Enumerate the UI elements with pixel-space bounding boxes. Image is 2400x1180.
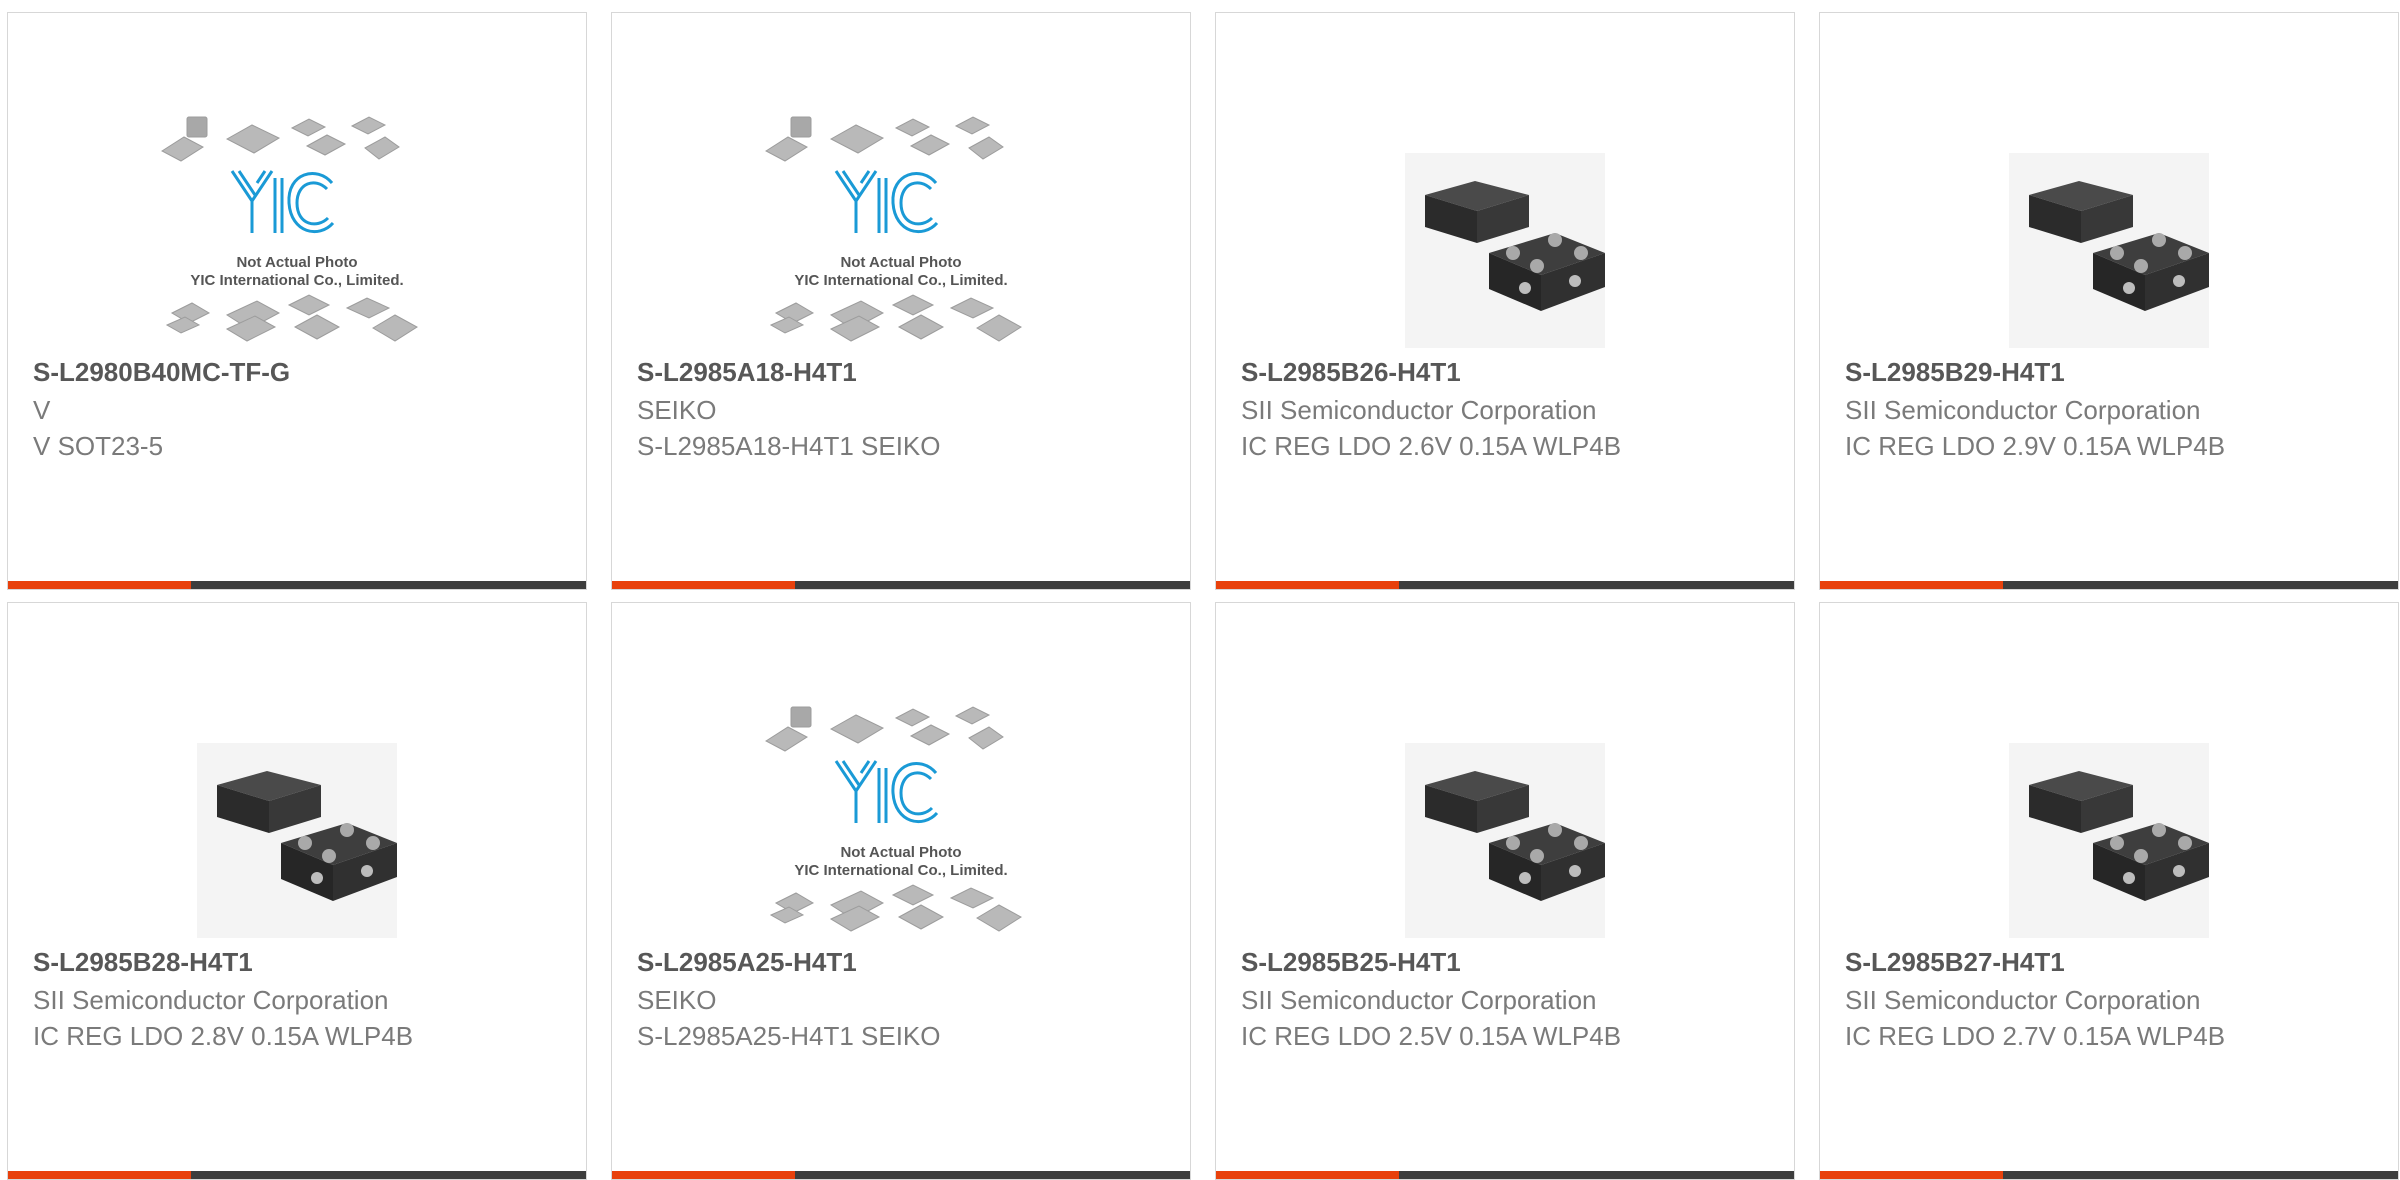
product-part-number[interactable]: S-L2985B29-H4T1 — [1845, 357, 2065, 388]
product-card[interactable]: S-L2985B27-H4T1 SII Semiconductor Corpora… — [1819, 602, 2399, 1180]
product-manufacturer: SII Semiconductor Corporation — [1241, 985, 1597, 1015]
product-description: IC REG LDO 2.8V 0.15A WLP4B — [33, 1021, 414, 1051]
product-part-number[interactable]: S-L2985A18-H4T1 — [637, 357, 857, 388]
product-description: IC REG LDO 2.5V 0.15A WLP4B — [1241, 1021, 1622, 1051]
product-card[interactable]: Not Actual Photo YIC International Co., … — [611, 12, 1191, 590]
card-accent-bar — [1216, 581, 1399, 589]
product-grid: Not Actual Photo YIC International Co., … — [7, 12, 2399, 1180]
card-accent-bar — [1216, 1171, 1399, 1179]
chip-package-image — [197, 743, 397, 938]
product-manufacturer: SEIKO — [637, 985, 717, 1015]
card-accent-bar — [1820, 1171, 2003, 1179]
product-part-number[interactable]: S-L2985B25-H4T1 — [1241, 947, 1461, 978]
product-part-number[interactable]: S-L2985A25-H4T1 — [637, 947, 857, 978]
card-bottom-bar — [1216, 1171, 1794, 1179]
not-actual-photo-image: Not Actual Photo YIC International Co., … — [161, 116, 418, 342]
product-card[interactable]: S-L2985B25-H4T1 SII Semiconductor Corpora… — [1215, 602, 1795, 1180]
caption-line1: Not Actual Photo — [236, 254, 357, 271]
product-manufacturer: SII Semiconductor Corporation — [1845, 395, 2201, 425]
caption-line1: Not Actual Photo — [840, 254, 961, 271]
chip-package-image — [1405, 743, 1605, 938]
product-part-number[interactable]: S-L2985B27-H4T1 — [1845, 947, 2065, 978]
card-accent-bar — [8, 581, 191, 589]
product-card[interactable]: S-L2985B26-H4T1 SII Semiconductor Corpora… — [1215, 12, 1795, 590]
product-description: IC REG LDO 2.6V 0.15A WLP4B — [1241, 431, 1622, 461]
caption-line2: YIC International Co., Limited. — [794, 862, 1007, 879]
product-description: V SOT23-5 — [33, 431, 164, 461]
card-accent-bar — [1820, 581, 2003, 589]
product-part-number[interactable]: S-L2985B28-H4T1 — [33, 947, 253, 978]
product-part-number[interactable]: S-L2985B26-H4T1 — [1241, 357, 1461, 388]
chip-package-image — [2009, 153, 2209, 348]
product-manufacturer: SII Semiconductor Corporation — [1241, 395, 1597, 425]
product-manufacturer: SII Semiconductor Corporation — [33, 985, 389, 1015]
caption-line2: YIC International Co., Limited. — [190, 272, 403, 289]
card-bottom-bar — [1820, 1171, 2398, 1179]
card-accent-bar — [612, 1171, 795, 1179]
product-card[interactable]: S-L2985B28-H4T1 SII Semiconductor Corpora… — [7, 602, 587, 1180]
product-description: S-L2985A18-H4T1 SEIKO — [637, 431, 941, 461]
card-accent-bar — [612, 581, 795, 589]
product-manufacturer: SEIKO — [637, 395, 717, 425]
card-bottom-bar — [1820, 581, 2398, 589]
card-accent-bar — [8, 1171, 191, 1179]
product-card[interactable]: Not Actual Photo YIC International Co., … — [611, 602, 1191, 1180]
product-card[interactable]: S-L2985B29-H4T1 SII Semiconductor Corpora… — [1819, 12, 2399, 590]
card-bottom-bar — [612, 1171, 1190, 1179]
product-manufacturer: SII Semiconductor Corporation — [1845, 985, 2201, 1015]
product-part-number[interactable]: S-L2980B40MC-TF-G — [33, 357, 290, 388]
product-card[interactable]: Not Actual Photo YIC International Co., … — [7, 12, 587, 590]
card-bottom-bar — [1216, 581, 1794, 589]
card-bottom-bar — [612, 581, 1190, 589]
not-actual-photo-image: Not Actual Photo YIC International Co., … — [765, 116, 1022, 342]
product-description: IC REG LDO 2.7V 0.15A WLP4B — [1845, 1021, 2226, 1051]
chip-package-image — [1405, 153, 1605, 348]
card-bottom-bar — [8, 581, 586, 589]
caption-line2: YIC International Co., Limited. — [794, 272, 1007, 289]
not-actual-photo-image: Not Actual Photo YIC International Co., … — [765, 706, 1022, 932]
chip-package-image — [2009, 743, 2209, 938]
caption-line1: Not Actual Photo — [840, 844, 961, 861]
product-manufacturer: V — [33, 395, 51, 425]
product-description: S-L2985A25-H4T1 SEIKO — [637, 1021, 941, 1051]
card-bottom-bar — [8, 1171, 586, 1179]
product-description: IC REG LDO 2.9V 0.15A WLP4B — [1845, 431, 2226, 461]
